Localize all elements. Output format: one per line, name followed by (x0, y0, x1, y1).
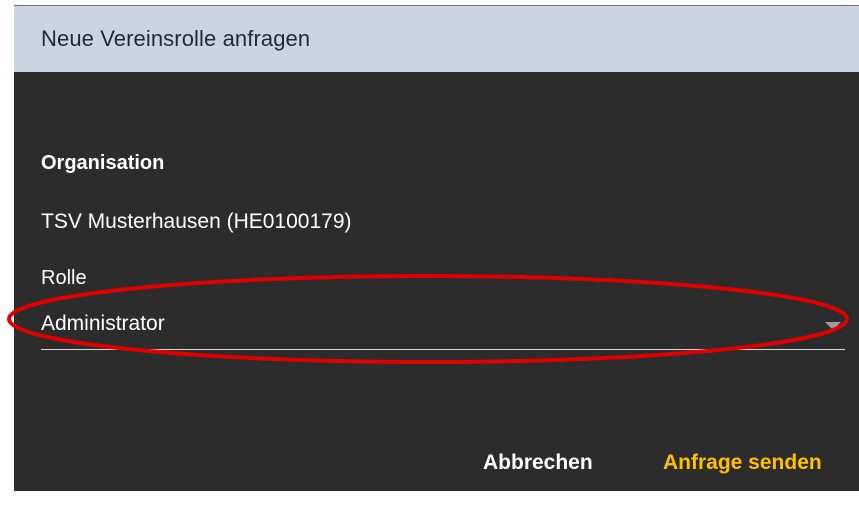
dialog-header: Neue Vereinsrolle anfragen (14, 6, 859, 72)
role-label: Rolle (41, 267, 87, 289)
dialog-title: Neue Vereinsrolle anfragen (41, 26, 311, 51)
send-request-button[interactable]: Anfrage senden (663, 451, 822, 475)
organisation-value: TSV Musterhausen (HE0100179) (41, 210, 352, 233)
cancel-button[interactable]: Abbrechen (483, 451, 593, 475)
organisation-label: Organisation (41, 152, 165, 174)
screen: Neue Vereinsrolle anfragen Organisation … (0, 0, 859, 505)
request-role-dialog: Neue Vereinsrolle anfragen Organisation … (14, 5, 859, 491)
role-select[interactable]: Administrator (41, 304, 845, 350)
chevron-down-icon[interactable] (825, 322, 841, 330)
role-selected-value: Administrator (41, 312, 165, 335)
